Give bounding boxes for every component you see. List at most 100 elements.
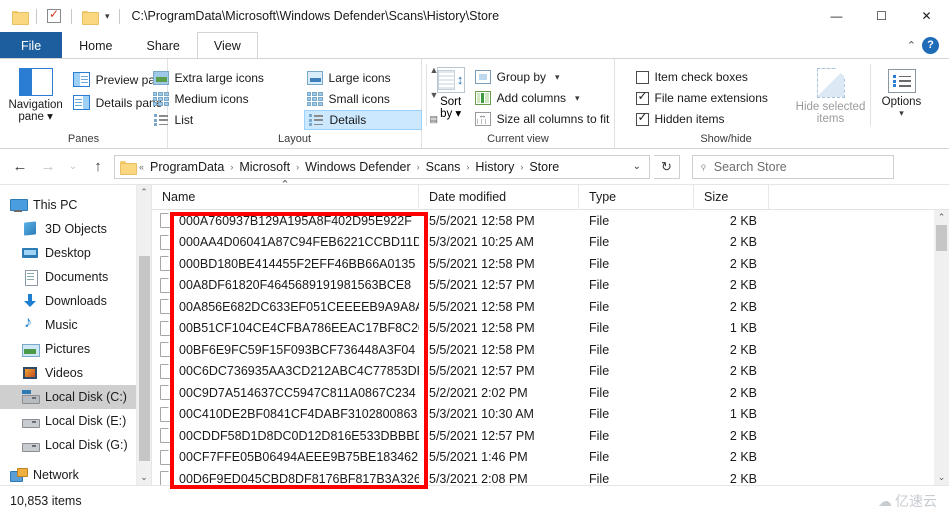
size-all-columns-button[interactable]: Size all columns to fit (475, 112, 610, 126)
table-row[interactable]: 00A856E682DC633EF051CEEEEB9A9A8A 5/5/202… (152, 296, 934, 318)
add-columns-button[interactable]: Add columns ▾ (475, 91, 610, 105)
sidebar-item-documents[interactable]: Documents (0, 265, 136, 289)
table-row[interactable]: 00A8DF61820F4645689191981563BCE8 5/5/202… (152, 275, 934, 297)
file-icon (160, 428, 172, 443)
sidebar-item-desktop[interactable]: Desktop (0, 241, 136, 265)
layout-small-icons[interactable]: Small icons (304, 89, 422, 109)
breadcrumb-overflow[interactable]: « (138, 162, 145, 172)
breadcrumb-item-scans[interactable]: Scans (421, 160, 466, 174)
file-list-scrollbar[interactable]: ⌃ ⌄ (934, 210, 949, 485)
navigation-pane-scrollbar[interactable]: ⌃ ⌄ (136, 185, 151, 485)
table-row[interactable]: 00CF7FFE05B06494AEEE9B75BE183462 5/5/202… (152, 447, 934, 469)
table-row[interactable]: 000BD180BE414455F2EFF46BB66A0135 5/5/202… (152, 253, 934, 275)
cell-type: File (579, 321, 694, 335)
scroll-down-icon[interactable]: ⌄ (938, 472, 946, 483)
sidebar-item-downloads[interactable]: Downloads (0, 289, 136, 313)
column-header-name[interactable]: ⌃ Name (152, 185, 419, 210)
options-button[interactable]: Options ▾ (875, 64, 929, 119)
tab-home[interactable]: Home (62, 32, 129, 58)
up-button[interactable]: ↑ (86, 155, 110, 179)
sort-by-button[interactable]: ↕ Sort by ▾ (427, 64, 475, 120)
refresh-button[interactable]: ↻ (654, 155, 680, 179)
scrollbar-thumb[interactable] (936, 225, 947, 251)
table-row[interactable]: 00D6F9ED045CBD8DF8176BF817B3A326 5/3/202… (152, 468, 934, 485)
qat-new-folder-button[interactable] (78, 5, 100, 27)
downloads-icon (22, 293, 38, 309)
breadcrumb-item-programdata[interactable]: ProgramData (145, 160, 229, 174)
table-row[interactable]: 00CDDF58D1D8DC0D12D816E533DBBBD8 5/5/202… (152, 425, 934, 447)
divider (119, 9, 120, 24)
cell-date: 5/3/2021 2:08 PM (419, 472, 579, 485)
sidebar-item-3d-objects[interactable]: 3D Objects (0, 217, 136, 241)
sidebar-item-local-disk-g[interactable]: Local Disk (G:) (0, 433, 136, 457)
ribbon-tabstrip: File Home Share View ⌃ ? (0, 32, 949, 58)
table-row[interactable]: 00C9D7A514637CC5947C811A0867C234 5/2/202… (152, 382, 934, 404)
cell-size: 2 KB (694, 278, 769, 292)
breadcrumb-item-store[interactable]: Store (524, 160, 564, 174)
layout-extra-large-icons[interactable]: Extra large icons (150, 68, 300, 88)
scroll-up-icon[interactable]: ⌃ (140, 187, 148, 198)
chevron-down-icon[interactable]: ▾ (102, 11, 113, 22)
table-row[interactable]: 00B51CF104CE4CFBA786EEAC17BF8C20 5/5/202… (152, 318, 934, 340)
breadcrumb-item-history[interactable]: History (470, 160, 519, 174)
layout-medium-icons[interactable]: Medium icons (150, 89, 300, 109)
ribbon: Navigation pane ▾ Preview pane Details p… (0, 58, 949, 149)
column-header-date-modified[interactable]: Date modified (419, 185, 579, 210)
folder-icon (82, 10, 97, 23)
column-header-type[interactable]: Type (579, 185, 694, 210)
table-row[interactable]: 000AA4D06041A87C94FEB6221CCBD11D 5/3/202… (152, 232, 934, 254)
cell-size: 1 KB (694, 407, 769, 421)
item-check-boxes-checkbox[interactable]: Item check boxes (636, 70, 796, 84)
tab-file[interactable]: File (0, 32, 62, 58)
breadcrumb[interactable]: « ProgramData › Microsoft › Windows Defe… (114, 155, 650, 179)
minimize-button[interactable]: — (814, 0, 859, 32)
breadcrumb-item-microsoft[interactable]: Microsoft (234, 160, 295, 174)
table-row[interactable]: 00BF6E9FC59F15F093BCF736448A3F04 5/5/202… (152, 339, 934, 361)
scroll-up-icon[interactable]: ⌃ (938, 212, 946, 223)
cell-size: 2 KB (694, 214, 769, 228)
scrollbar-thumb[interactable] (139, 256, 150, 461)
cell-date: 5/5/2021 1:46 PM (419, 450, 579, 464)
file-name-extensions-checkbox[interactable]: File name extensions (636, 91, 796, 105)
table-row[interactable]: 00C6DC736935AA3CD212ABC4C77853DF 5/5/202… (152, 361, 934, 383)
sidebar-item-pictures[interactable]: Pictures (0, 337, 136, 361)
group-by-button[interactable]: Group by ▾ (475, 70, 610, 84)
close-button[interactable]: ✕ (904, 0, 949, 32)
options-icon (888, 69, 916, 93)
table-row[interactable]: 00C410DE2BF0841CF4DABF3102800863 5/3/202… (152, 404, 934, 426)
hide-selected-items-button[interactable]: Hide selected items (796, 64, 866, 125)
qat-properties-button[interactable] (43, 5, 65, 27)
help-icon[interactable]: ? (922, 37, 939, 54)
hidden-items-checkbox[interactable]: Hidden items (636, 112, 796, 126)
cell-size: 2 KB (694, 472, 769, 485)
sidebar-item-this-pc[interactable]: This PC (0, 193, 136, 217)
forward-button[interactable]: → (36, 155, 60, 179)
file-icon (160, 256, 172, 271)
layout-details[interactable]: Details (304, 110, 422, 130)
layout-large-icons[interactable]: Large icons (304, 68, 422, 88)
sidebar-item-music[interactable]: Music (0, 313, 136, 337)
ribbon-group-panes: Navigation pane ▾ Preview pane Details p… (0, 59, 168, 148)
tab-view[interactable]: View (197, 32, 258, 58)
recent-locations-button[interactable]: ⌄ (64, 155, 82, 179)
sidebar-item-network[interactable]: Network (0, 463, 136, 485)
table-row[interactable]: 000A760937B129A195A8F402D95E922F 5/5/202… (152, 210, 934, 232)
cell-name: 00C410DE2BF0841CF4DABF3102800863 (152, 407, 419, 422)
sidebar-item-videos[interactable]: Videos (0, 361, 136, 385)
list-view-icon (153, 113, 169, 127)
group-label-panes: Panes (6, 133, 161, 148)
back-button[interactable]: ← (8, 155, 32, 179)
tab-share[interactable]: Share (130, 32, 197, 58)
scroll-down-icon[interactable]: ⌄ (140, 472, 148, 483)
layout-list[interactable]: List (150, 110, 300, 130)
navigation-pane-button[interactable]: Navigation pane ▾ (0, 64, 73, 123)
breadcrumb-dropdown-icon[interactable]: ⌄ (627, 161, 647, 172)
search-input[interactable]: ⌕ Search Store (692, 155, 894, 179)
qat-folder-button[interactable] (8, 5, 30, 27)
maximize-button[interactable]: ☐ (859, 0, 904, 32)
chevron-up-icon[interactable]: ⌃ (907, 39, 916, 52)
breadcrumb-item-windows-defender[interactable]: Windows Defender (300, 160, 416, 174)
sidebar-item-local-disk-c[interactable]: Local Disk (C:) (0, 385, 136, 409)
column-header-size[interactable]: Size (694, 185, 769, 210)
sidebar-item-local-disk-e[interactable]: Local Disk (E:) (0, 409, 136, 433)
